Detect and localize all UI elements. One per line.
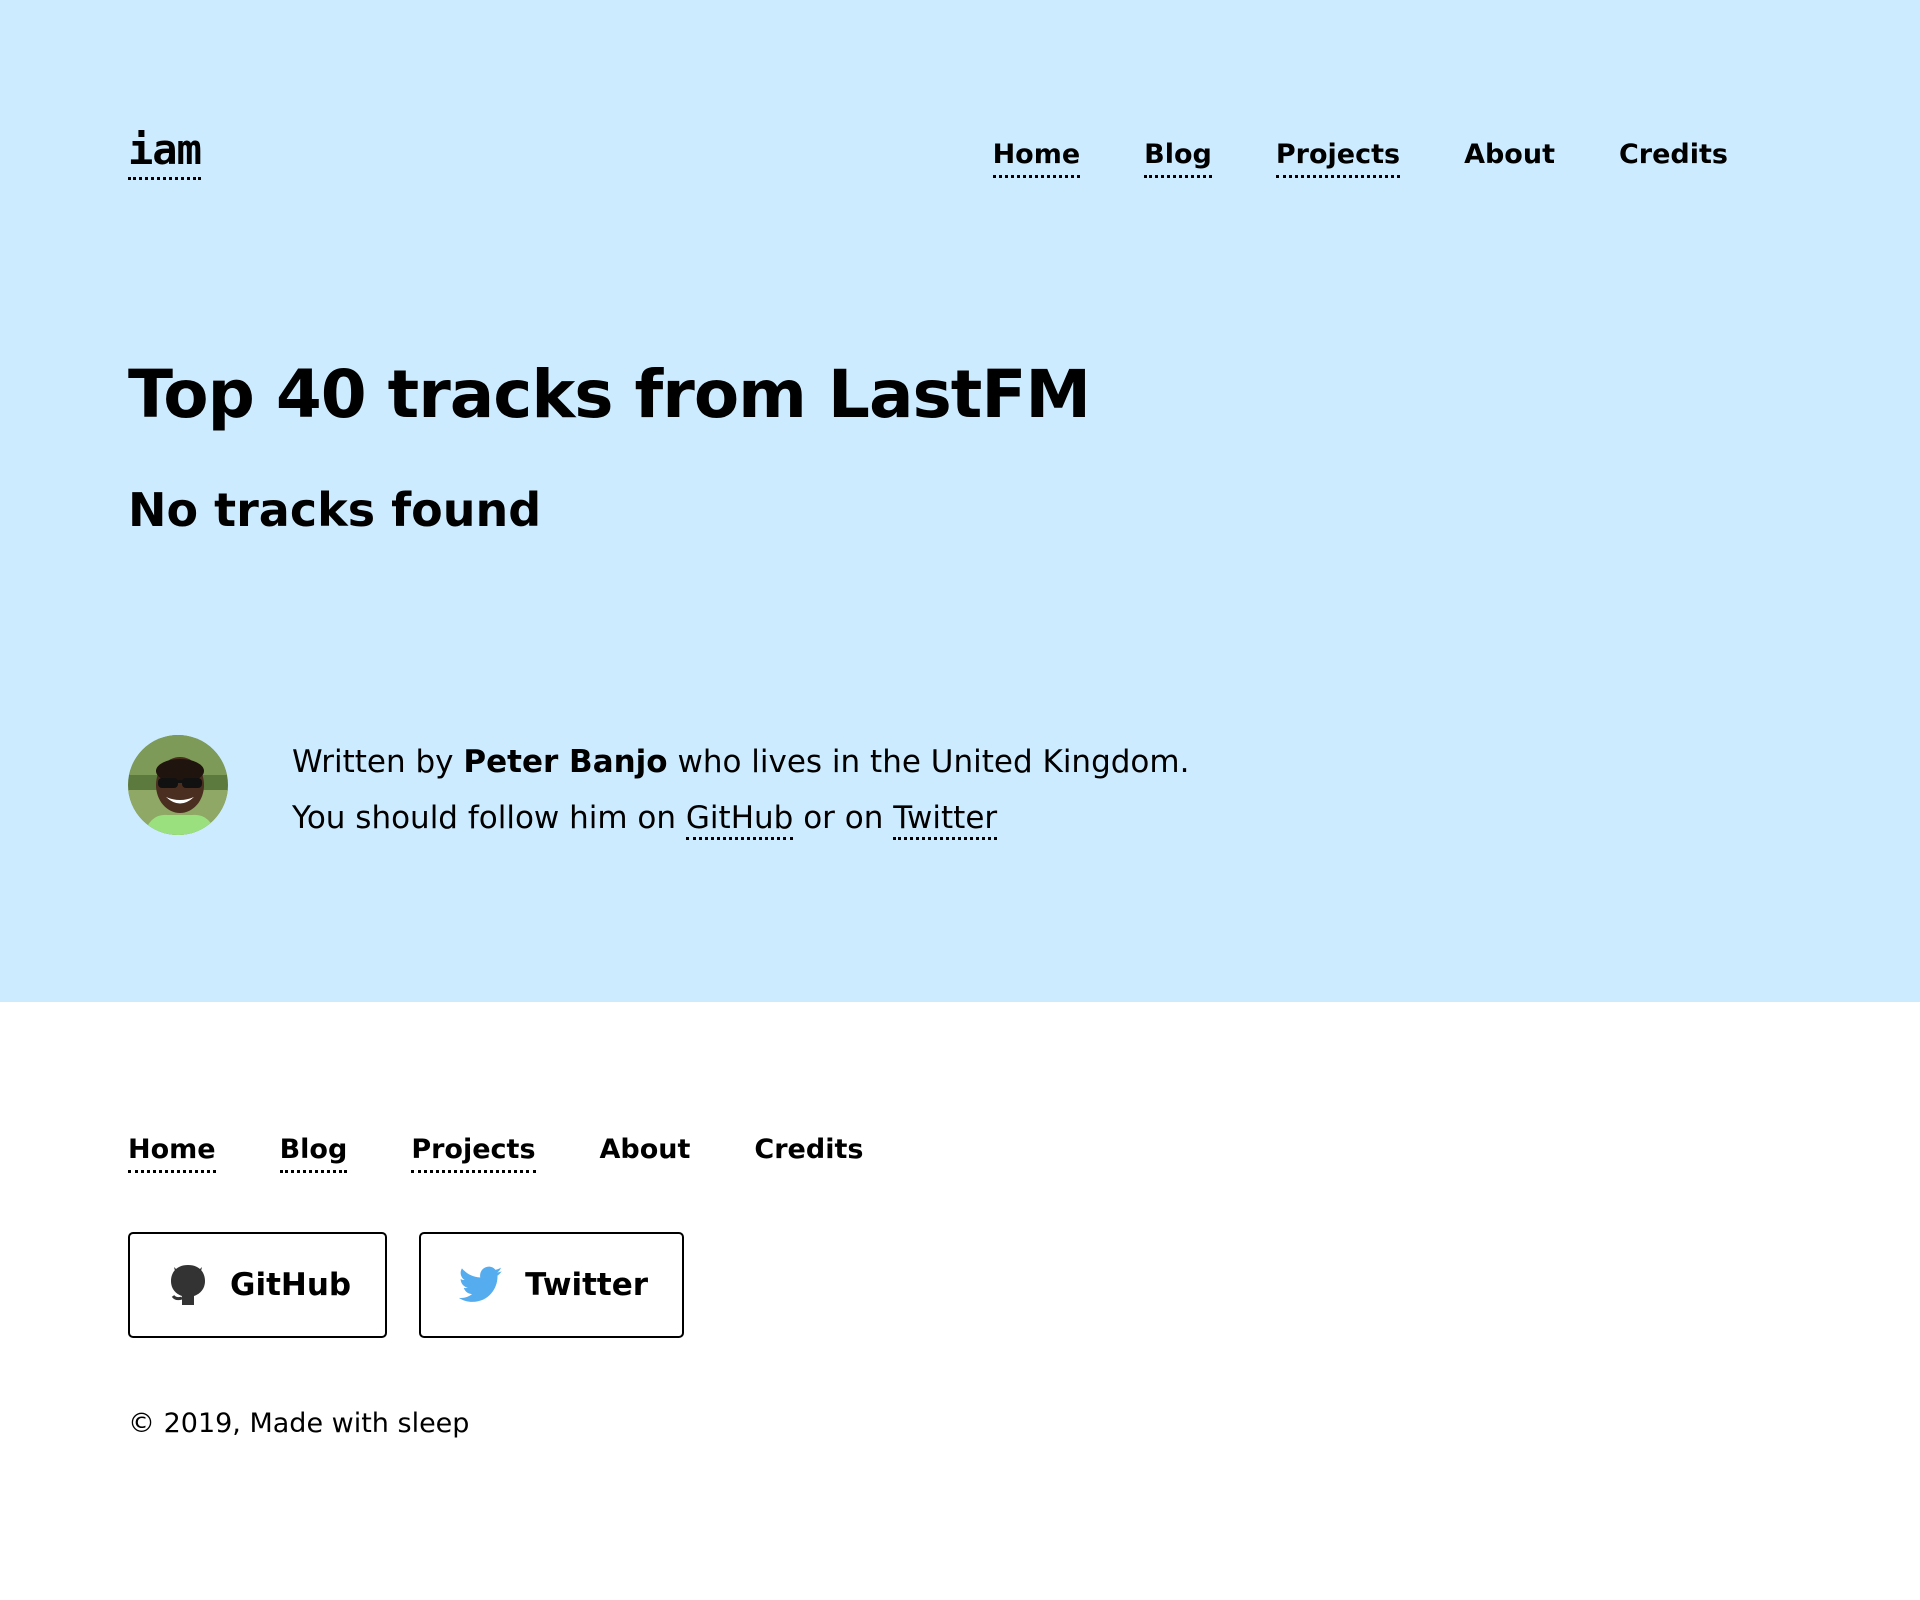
- author-avatar: [128, 735, 228, 835]
- footer-about-link[interactable]: About: [600, 1131, 691, 1173]
- header-nav: Home Blog Projects About Credits: [992, 136, 1728, 178]
- empty-state-message: No tracks found: [128, 483, 542, 537]
- github-button-label: GitHub: [230, 1267, 352, 1303]
- written-by-text: Written by: [292, 744, 464, 780]
- copyright-text: © 2019, Made with sleep: [128, 1408, 470, 1439]
- follow-text: You should follow him on: [292, 800, 686, 836]
- social-buttons: GitHub Twitter: [128, 1232, 685, 1338]
- twitter-button[interactable]: Twitter: [419, 1232, 685, 1338]
- page-title: Top 40 tracks from LastFM: [128, 356, 1091, 433]
- nav-home-link[interactable]: Home: [992, 136, 1081, 178]
- author-bio-line-2: You should follow him on GitHub or on Tw…: [292, 790, 1189, 846]
- author-bio: Written by Peter Banjo who lives in the …: [292, 734, 1189, 846]
- footer-home-link[interactable]: Home: [128, 1131, 216, 1173]
- footer-nav: Home Blog Projects About Credits: [128, 1131, 863, 1173]
- twitter-icon: [459, 1265, 503, 1305]
- footer-projects-link[interactable]: Projects: [411, 1131, 536, 1173]
- twitter-button-label: Twitter: [525, 1267, 649, 1303]
- nav-blog-link[interactable]: Blog: [1144, 136, 1212, 178]
- github-button[interactable]: GitHub: [128, 1232, 388, 1338]
- footer-blog-link[interactable]: Blog: [279, 1131, 348, 1173]
- author-bio-line-1: Written by Peter Banjo who lives in the …: [292, 734, 1189, 790]
- nav-about-link[interactable]: About: [1464, 136, 1555, 178]
- nav-credits-link[interactable]: Credits: [1619, 136, 1728, 178]
- footer-credits-link[interactable]: Credits: [754, 1131, 863, 1173]
- author-twitter-link[interactable]: Twitter: [893, 800, 998, 840]
- author-name: Peter Banjo: [463, 744, 668, 780]
- nav-projects-link[interactable]: Projects: [1275, 136, 1401, 178]
- or-text: or on: [793, 800, 894, 836]
- site-logo[interactable]: iam: [128, 124, 202, 180]
- hero-section: iam Home Blog Projects About Credits Top…: [0, 0, 1920, 1002]
- author-github-link[interactable]: GitHub: [685, 800, 794, 840]
- author-location-text: who lives in the United Kingdom.: [667, 744, 1190, 780]
- github-icon: [168, 1263, 208, 1307]
